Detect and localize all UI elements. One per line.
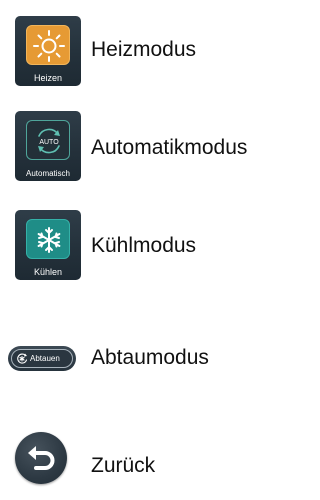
cool-mode-label: Kühlen: [33, 267, 63, 277]
cool-mode-icon-frame: [26, 219, 70, 259]
defrost-mode-button[interactable]: Abtauen: [8, 346, 76, 371]
auto-mode-icon-frame: AUTO: [26, 120, 70, 160]
auto-cycle-icon: AUTO: [38, 128, 60, 154]
heat-mode-label: Heizen: [33, 73, 62, 83]
defrost-icon: [17, 353, 28, 364]
defrost-mode-description: Abtaumodus: [91, 346, 209, 369]
back-description: Zurück: [91, 454, 156, 477]
heat-mode-button[interactable]: Heizen: [15, 16, 81, 86]
back-button[interactable]: [15, 432, 67, 484]
heat-mode-icon-frame: [26, 25, 70, 65]
defrost-mode-label: Abtauen: [30, 354, 60, 363]
sun-icon: [33, 30, 65, 62]
defrost-pill-frame: Abtauen: [11, 349, 73, 368]
cool-mode-button[interactable]: Kühlen: [15, 210, 81, 280]
heat-mode-description: Heizmodus: [91, 38, 197, 61]
auto-icon-text: AUTO: [39, 139, 59, 146]
cool-mode-description: Kühlmodus: [91, 234, 197, 257]
back-arrow-icon: [28, 446, 55, 470]
auto-mode-button[interactable]: AUTO Automatisch: [15, 111, 81, 181]
auto-mode-label: Automatisch: [25, 169, 71, 178]
snowflake-icon: [37, 227, 61, 253]
auto-mode-description: Automatikmodus: [91, 136, 248, 159]
